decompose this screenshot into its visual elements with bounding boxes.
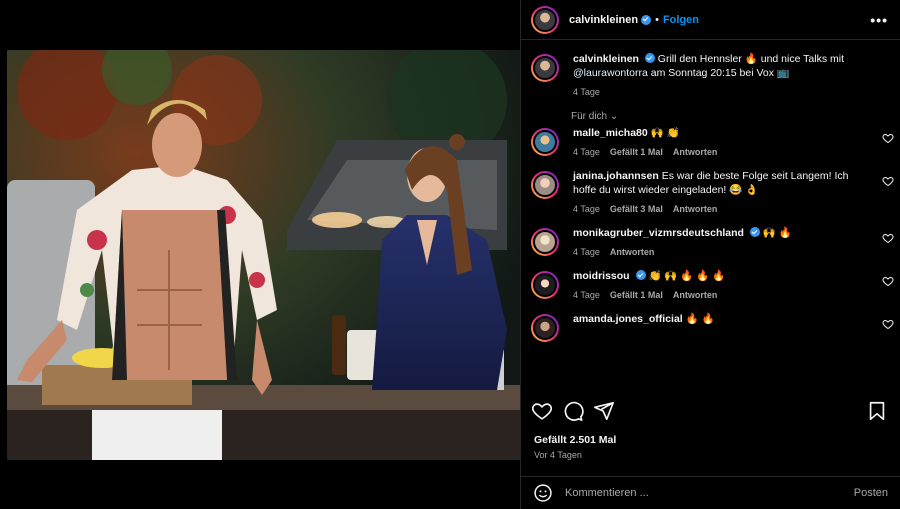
commenter-username[interactable]: malle_micha80 — [573, 127, 648, 139]
reply-button[interactable]: Antworten — [673, 290, 718, 300]
post-header: calvinkleinen • Folgen ••• — [521, 0, 900, 40]
verified-badge-icon — [749, 227, 760, 237]
follow-button[interactable]: Folgen — [663, 14, 699, 26]
comments-list[interactable]: calvinkleinen Grill den Hennsler 🔥 und n… — [521, 52, 900, 392]
like-comment-heart-icon[interactable] — [882, 275, 894, 287]
comment-row: malle_micha80 🙌 👏 4 Tage Gefällt 1 Mal Ant… — [521, 126, 900, 157]
author-avatar[interactable] — [531, 5, 559, 34]
like-comment-heart-icon[interactable] — [882, 318, 894, 330]
comment-time: 4 Tage — [573, 204, 600, 214]
save-bookmark-icon[interactable] — [866, 400, 888, 422]
commenter-username[interactable]: janina.johannsen — [573, 170, 659, 182]
comment-input[interactable] — [565, 487, 854, 499]
comment-time: 4 Tage — [573, 290, 600, 300]
comment-row: moidrissou 👏 🙌 🔥 🔥 🔥 4 Tage Gefällt 1 Mal… — [521, 269, 900, 300]
commenter-avatar[interactable] — [531, 228, 559, 256]
caption-author[interactable]: calvinkleinen — [573, 53, 639, 65]
mention-link[interactable]: @laurawontorra — [573, 67, 648, 79]
caption-text: calvinkleinen Grill den Hennsler 🔥 und n… — [573, 52, 866, 80]
author-username[interactable]: calvinkleinen — [569, 14, 638, 26]
emoji-picker-icon[interactable] — [533, 483, 553, 503]
caption-part: Grill den Hennsler — [657, 53, 745, 65]
post-actions-bar — [531, 398, 888, 424]
commenter-avatar[interactable] — [531, 171, 559, 199]
comment-likes[interactable]: Gefällt 3 Mal — [610, 204, 663, 214]
reply-button[interactable]: Antworten — [673, 147, 718, 157]
comment-time: 4 Tage — [573, 247, 600, 257]
comment-text: 🙌 👏 — [650, 127, 680, 139]
comment-row: monikagruber_vizmrsdeutschland 🙌 🔥 4 Tag… — [521, 226, 900, 257]
share-send-icon[interactable] — [593, 400, 615, 422]
comment-time: 4 Tage — [573, 147, 600, 157]
verified-badge-icon — [641, 14, 652, 25]
commenter-avatar[interactable] — [531, 314, 559, 342]
comment-row: janina.johannsen Es war die beste Folge … — [521, 169, 900, 214]
comment-text: 🔥 🔥 — [685, 313, 715, 325]
more-options-icon[interactable]: ••• — [870, 12, 888, 28]
post-date: Vor 4 Tagen — [534, 450, 582, 460]
like-heart-icon[interactable] — [531, 400, 553, 422]
caption-part: am Sonntag 20:15 bei Vox — [647, 67, 777, 79]
caption-part: und nice Talks mit — [757, 53, 845, 65]
comment-text: 🙌 🔥 — [762, 227, 792, 239]
comment-text: 👏 🙌 🔥 🔥 🔥 — [648, 270, 726, 282]
like-comment-heart-icon[interactable] — [882, 132, 894, 144]
commenter-username[interactable]: amanda.jones_official — [573, 313, 683, 325]
reply-button[interactable]: Antworten — [673, 204, 718, 214]
post-photo[interactable] — [7, 50, 520, 460]
like-comment-heart-icon[interactable] — [882, 175, 894, 187]
reply-button[interactable]: Antworten — [610, 247, 655, 257]
commenter-username[interactable]: moidrissou — [573, 270, 630, 282]
caption-age: 4 Tage — [573, 87, 600, 97]
verified-badge-icon — [644, 53, 655, 63]
caption-author-avatar[interactable] — [531, 54, 559, 82]
like-comment-heart-icon[interactable] — [882, 232, 894, 244]
likes-count[interactable]: Gefällt 2.501 Mal — [534, 434, 616, 446]
comment-row: amanda.jones_official 🔥 🔥 — [521, 312, 900, 342]
commenter-username[interactable]: monikagruber_vizmrsdeutschland — [573, 227, 744, 239]
dot-separator: • — [655, 13, 659, 26]
comment-bubble-icon[interactable] — [562, 400, 584, 422]
fire-emoji: 🔥 — [744, 53, 758, 65]
post-media-pane — [0, 0, 520, 509]
commenter-avatar[interactable] — [531, 271, 559, 299]
photo-illustration — [7, 50, 520, 460]
tv-emoji: 📺 — [776, 67, 790, 79]
add-comment-bar: Posten — [521, 476, 900, 509]
caption-row: calvinkleinen Grill den Hennsler 🔥 und n… — [521, 52, 900, 97]
commenter-avatar[interactable] — [531, 128, 559, 156]
comment-likes[interactable]: Gefällt 1 Mal — [610, 290, 663, 300]
sort-for-you-dropdown[interactable]: Für dich ⌄ — [571, 111, 900, 122]
verified-badge-icon — [635, 270, 646, 280]
post-side-panel: calvinkleinen • Folgen ••• calvinkleinen… — [520, 0, 900, 509]
comment-likes[interactable]: Gefällt 1 Mal — [610, 147, 663, 157]
post-comment-button[interactable]: Posten — [854, 487, 888, 499]
